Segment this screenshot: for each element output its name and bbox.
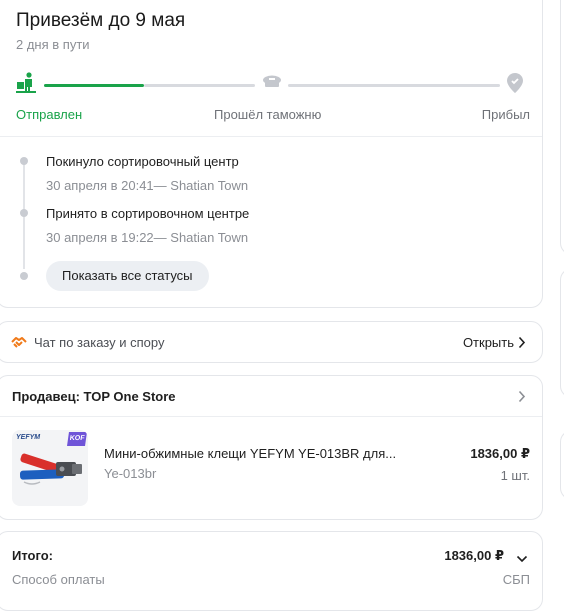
delivery-divider (0, 136, 542, 137)
chat-card[interactable]: Чат по заказу и спору Открыть (0, 321, 543, 363)
progress-bar-pending-2 (288, 84, 500, 87)
product-price: 1836,00 ₽ (470, 446, 530, 461)
seller-card: Продавец: TOP One Store YEFYM KOF Мини-о… (0, 375, 543, 520)
progress-bar-done (44, 84, 144, 87)
seller-divider (0, 416, 542, 417)
payment-method-value: СБП (502, 572, 530, 587)
event-detail: 30 апреля в 19:22— Shatian Town (46, 230, 249, 245)
customs-cap-icon (261, 74, 283, 97)
delivery-title: Привезём до 9 мая (16, 10, 186, 31)
event-title: Покинуло сортировочный центр (46, 154, 239, 169)
event-title: Принято в сортировочном центре (46, 206, 250, 221)
courier-icon (14, 71, 38, 100)
step-label-sent: Отправлен (16, 107, 83, 122)
total-card: Итого: 1836,00 ₽ Способ оплаты СБП (0, 531, 543, 611)
location-pin-icon (507, 73, 523, 98)
product-thumbnail[interactable]: YEFYM KOF (12, 430, 88, 506)
side-panel-top (560, 0, 564, 255)
product-name[interactable]: Мини-обжимные клещи YEFYM YE-013BR для..… (104, 446, 424, 461)
crimping-pliers-image (19, 453, 82, 485)
product-sku: Ye-013br (104, 466, 157, 481)
show-all-statuses-button[interactable]: Показать все статусы (46, 261, 209, 291)
timeline-dot (20, 157, 28, 165)
step-label-customs: Прошёл таможню (214, 107, 322, 122)
total-value[interactable]: 1836,00 ₽ (444, 548, 504, 564)
total-label: Итого: (12, 548, 53, 563)
event-detail: 30 апреля в 20:41— Shatian Town (46, 178, 249, 193)
chevron-right-icon (518, 336, 526, 354)
handshake-icon (11, 335, 27, 354)
payment-method-label: Способ оплаты (12, 572, 105, 587)
delivery-subtitle: 2 дня в пути (16, 37, 90, 52)
chevron-down-icon[interactable] (516, 550, 528, 568)
timeline-dot (20, 209, 28, 217)
side-panel-bottom (560, 430, 564, 500)
delivery-card: Привезём до 9 мая 2 дня в пути Отправлен… (0, 0, 543, 308)
timeline-dot (20, 272, 28, 280)
open-chat-link[interactable]: Открыть (463, 335, 514, 350)
side-panel-middle (560, 268, 564, 398)
progress-bar-pending-1 (144, 84, 255, 87)
chevron-right-icon[interactable] (518, 390, 526, 408)
seller-title[interactable]: Продавец: TOP One Store (12, 389, 176, 404)
step-label-arrived: Прибыл (481, 107, 530, 122)
chat-label: Чат по заказу и спору (34, 335, 165, 350)
product-quantity: 1 шт. (500, 468, 530, 483)
